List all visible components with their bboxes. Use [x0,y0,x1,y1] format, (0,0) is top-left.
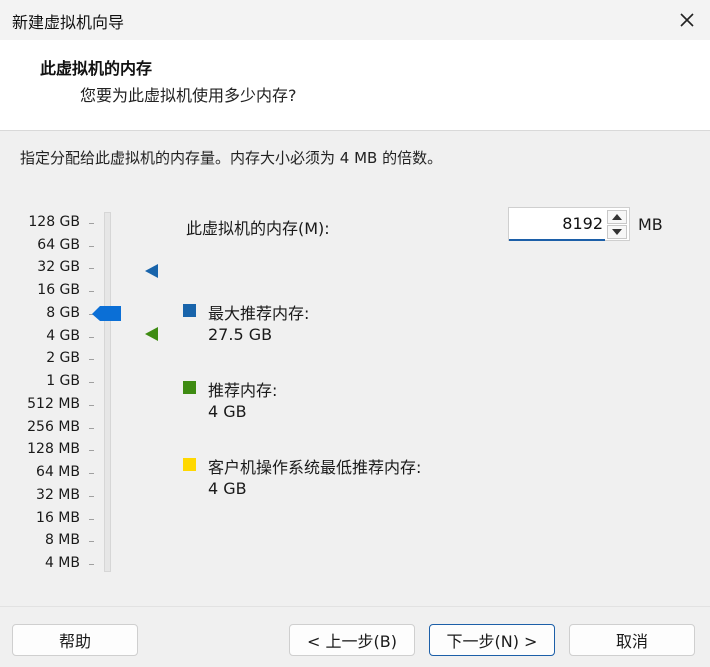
legend-label-max: 最大推荐内存: [208,304,310,323]
back-button[interactable]: < 上一步(B) [289,624,415,656]
scale-label: 4 GB [46,328,80,344]
scale-label: 128 MB [27,441,80,457]
legend-label-recommended: 推荐内存: [208,381,278,400]
recommended-marker-icon [145,327,158,341]
legend-swatch-recommended [183,381,196,394]
scale-tick [89,541,94,542]
scale-tick [89,564,94,565]
scale-label: 32 MB [36,487,80,503]
close-icon [680,13,694,27]
next-button[interactable]: 下一步(N) > [429,624,555,656]
scale-label: 64 GB [37,237,80,253]
help-button[interactable]: 帮助 [12,624,138,656]
legend-swatch-guest-min [183,458,196,471]
scale-label: 4 MB [44,555,80,571]
legend-label-guest-min: 客户机操作系统最低推荐内存: [208,458,422,477]
legend-value-recommended: 4 GB [208,402,247,421]
input-focus-underline [509,239,605,241]
scale-tick [89,359,94,360]
memory-input[interactable] [509,208,607,238]
scale-tick [89,428,94,429]
memory-unit: MB [638,215,663,234]
page-title: 此虚拟机的内存 [40,59,153,78]
scale-tick [89,473,94,474]
scale-tick [89,223,94,224]
scale-tick [89,268,94,269]
title-bar: 新建虚拟机向导 [0,0,710,40]
legend-value-guest-min: 4 GB [208,479,247,498]
scale-label: 1 GB [46,373,80,389]
scale-tick [89,291,94,292]
window-title: 新建虚拟机向导 [12,13,125,32]
scale-label: 256 MB [27,419,80,435]
scale-label: 8 GB [46,305,80,321]
page-subtitle: 您要为此虚拟机使用多少内存? [80,86,297,105]
spin-up-button[interactable] [607,210,627,224]
instructions-text: 指定分配给此虚拟机的内存量。内存大小必须为 4 MB 的倍数。 [20,149,443,167]
scale-label: 32 GB [37,259,80,275]
close-button[interactable] [664,0,710,40]
memory-spinbox [508,207,630,241]
chevron-up-icon [612,214,622,220]
chevron-down-icon [612,229,622,235]
scale-tick [89,405,94,406]
scale-label: 16 MB [36,510,80,526]
scale-label: 512 MB [27,396,80,412]
scale-label: 8 MB [44,532,80,548]
scale-tick [89,496,94,497]
scale-label: 2 GB [46,350,80,366]
max-recommended-marker-icon [145,264,158,278]
wizard-header: 此虚拟机的内存 您要为此虚拟机使用多少内存? [0,40,710,131]
footer-divider [0,606,710,607]
memory-slider-thumb[interactable] [92,306,122,322]
scale-label: 64 MB [36,464,80,480]
memory-slider-track[interactable] [104,212,111,572]
scale-label: 128 GB [28,214,80,230]
scale-label: 16 GB [37,282,80,298]
scale-tick [89,382,94,383]
cancel-button[interactable]: 取消 [569,624,695,656]
legend-swatch-max [183,304,196,317]
scale-tick [89,337,94,338]
scale-tick [89,519,94,520]
scale-tick [89,246,94,247]
spin-down-button[interactable] [607,225,627,239]
memory-field-label: 此虚拟机的内存(M): [186,219,330,238]
legend-value-max: 27.5 GB [208,325,273,344]
scale-tick [89,450,94,451]
